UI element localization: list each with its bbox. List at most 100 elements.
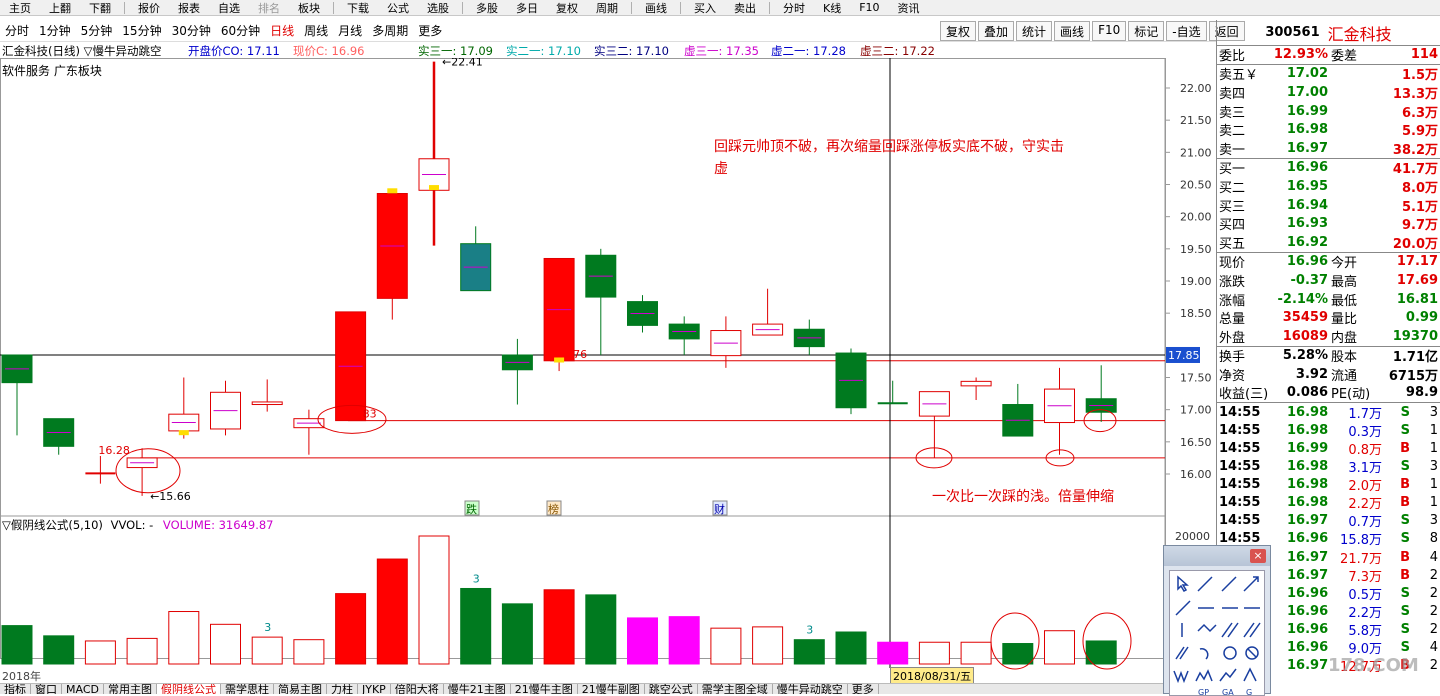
period-tab[interactable]: 30分钟 xyxy=(167,22,216,39)
chart-tool-button[interactable]: 统计 xyxy=(1016,21,1053,41)
annotation-main: 回踩元帅顶不破，再次缩量回踩涨停板实底不破，守实击虚 xyxy=(714,139,1064,177)
y-tick-label: 20.00 xyxy=(1180,211,1212,224)
period-tab[interactable]: 15分钟 xyxy=(117,22,166,39)
menu-item[interactable]: 买入 xyxy=(685,0,725,16)
menu-separator xyxy=(462,1,463,14)
chart-tool-button[interactable]: 复权 xyxy=(940,21,977,41)
menu-item[interactable]: 画线 xyxy=(636,0,676,16)
close-icon[interactable]: × xyxy=(1250,549,1266,563)
segment-icon xyxy=(1175,600,1191,616)
menu-item[interactable]: 报价 xyxy=(129,0,169,16)
indicator-tab[interactable]: JYKP xyxy=(358,684,391,694)
menu-item[interactable]: 排名 xyxy=(249,0,289,16)
menu-item[interactable]: K线 xyxy=(814,0,850,16)
indicator-tab[interactable]: MACD xyxy=(62,684,104,694)
menu-item[interactable]: 报表 xyxy=(169,0,209,16)
tick-price: 16.96 xyxy=(1287,640,1329,656)
tick-row: 14:55 16.98 1.7万 S 3 xyxy=(1217,403,1440,422)
y-tick-label: 22.00 xyxy=(1180,82,1212,95)
indicator-tab[interactable]: 需学主图全域 xyxy=(698,684,773,694)
indicator-tab[interactable]: 更多 xyxy=(848,684,879,694)
quote-label: 内盘 xyxy=(1331,330,1358,346)
indicator-tab[interactable]: 需学思柱 xyxy=(221,684,274,694)
tick-count: 2 xyxy=(1429,603,1438,619)
menu-item[interactable]: 复权 xyxy=(547,0,587,16)
period-tab[interactable]: 1分钟 xyxy=(34,22,76,39)
volume-bar xyxy=(668,616,700,665)
menu-separator xyxy=(769,1,770,14)
period-tab[interactable]: 日线 xyxy=(265,22,299,39)
order-price: 16.92 xyxy=(1286,234,1328,250)
menu-item[interactable]: 选股 xyxy=(418,0,458,16)
indicator-tab[interactable]: 跳空公式 xyxy=(645,684,698,694)
menu-item[interactable]: 上翻 xyxy=(40,0,80,16)
volume-bar xyxy=(627,617,658,665)
stock-title[interactable]: 汇金科技(日线) ▽慢牛异动跳空 xyxy=(2,43,161,59)
vol-tick-label: 20000 xyxy=(1175,530,1210,543)
menu-item[interactable]: 多日 xyxy=(507,0,547,16)
indicator-tab[interactable]: 简易主图 xyxy=(274,684,327,694)
sub-indicator-info: ▽假阴线公式(5,10) VVOL: - VOLUME: 31649.87 xyxy=(2,517,273,533)
menu-item[interactable]: 周期 xyxy=(587,0,627,16)
menu-item[interactable]: 资讯 xyxy=(889,0,929,16)
indicator-tab[interactable]: 常用主图 xyxy=(104,684,157,694)
period-tab[interactable]: 月线 xyxy=(333,22,367,39)
quote-label: 量比 xyxy=(1331,312,1358,328)
menu-item[interactable]: 自选 xyxy=(209,0,249,16)
menu-item[interactable]: 多股 xyxy=(467,0,507,16)
tick-side: S xyxy=(1400,459,1410,475)
chart-tool-button[interactable]: 叠加 xyxy=(978,21,1015,41)
menu-bar: 主页 上翻 下翻 报价 报表 自选 排名 板块 下载 公式 选股 多股 多日 复权 周期 画线 买入 卖出 分时 K线… xyxy=(0,0,1440,16)
sub-indicator-name[interactable]: ▽假阴线公式(5,10) xyxy=(2,518,103,532)
indicator-tab[interactable]: 假阴线公式 xyxy=(156,684,221,694)
menu-separator xyxy=(680,1,681,14)
period-tab[interactable]: 分时 xyxy=(0,22,34,39)
chart-tool-button[interactable]: F10 xyxy=(1092,21,1127,41)
y-tick-label: 19.00 xyxy=(1180,275,1212,288)
indicator-tab[interactable]: 窗口 xyxy=(31,684,62,694)
menu-item[interactable]: 下载 xyxy=(338,0,378,16)
tick-volume: 2.2万 xyxy=(1348,605,1382,621)
volume-bar xyxy=(460,587,492,665)
candle-body xyxy=(251,401,283,406)
volume-bar xyxy=(251,636,283,665)
menu-item[interactable]: 公式 xyxy=(378,0,418,16)
period-tab[interactable]: 周线 xyxy=(299,22,333,39)
drawing-tools-grid[interactable]: GP GA G xyxy=(1169,570,1265,696)
quote-label: 总量 xyxy=(1219,312,1246,328)
tick-count: 2 xyxy=(1429,585,1438,601)
indicator-tab[interactable]: 21慢牛副图 xyxy=(578,684,645,694)
tick-volume: 7.3万 xyxy=(1348,569,1382,585)
indicator-tab[interactable]: 慢牛异动跳空 xyxy=(773,684,848,694)
tick-side: S xyxy=(1400,585,1410,601)
menu-item[interactable]: 卖出 xyxy=(725,0,765,16)
event-tag: 榜 xyxy=(548,502,559,516)
menu-separator xyxy=(333,1,334,14)
quote-value: 16.81 xyxy=(1396,291,1438,307)
peak-icon xyxy=(1243,667,1257,682)
chart-tool-button[interactable]: 标记 xyxy=(1128,21,1165,41)
chart-tool-button[interactable]: 画线 xyxy=(1054,21,1091,41)
indicator-tab[interactable]: 力柱 xyxy=(327,684,358,694)
tick-side: B xyxy=(1400,441,1410,457)
order-volume: 6.3万 xyxy=(1401,105,1438,121)
menu-item[interactable]: F10 xyxy=(850,1,888,14)
drawing-toolbox[interactable]: × GP GA G xyxy=(1163,545,1271,696)
menu-item[interactable]: 板块 xyxy=(289,0,329,16)
chart-tool-button[interactable]: -自选 xyxy=(1166,21,1207,41)
menu-item[interactable]: 下翻 xyxy=(80,0,120,16)
toolbox-titlebar[interactable]: × xyxy=(1164,546,1270,566)
signal-marker xyxy=(387,188,398,194)
period-tab[interactable]: 5分钟 xyxy=(76,22,118,39)
menu-item[interactable]: 分时 xyxy=(774,0,814,16)
period-tab[interactable]: 多周期 xyxy=(367,22,413,39)
indicator-tab[interactable]: 21慢牛主图 xyxy=(511,684,578,694)
period-tab[interactable]: 60分钟 xyxy=(216,22,265,39)
indicator-tab[interactable]: 慢牛21主图 xyxy=(444,684,511,694)
menu-item[interactable]: 主页 xyxy=(0,0,40,16)
volume-bar xyxy=(168,611,200,665)
indicator-tab[interactable]: 倍阳大将 xyxy=(391,684,444,694)
volume-bar xyxy=(376,558,408,665)
period-tab[interactable]: 更多 xyxy=(413,22,447,39)
indicator-tab[interactable]: 指标 xyxy=(0,684,31,694)
